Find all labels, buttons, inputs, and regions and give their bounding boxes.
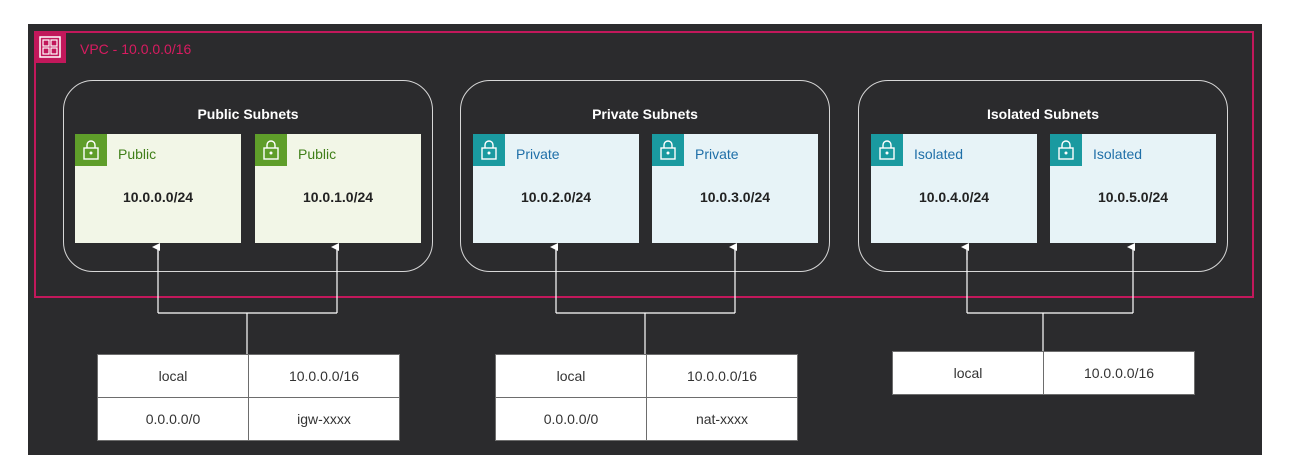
- connector-isolated: [966, 247, 1134, 351]
- route-target: 10.0.0.0/16: [248, 354, 400, 398]
- route-target: 10.0.0.0/16: [646, 354, 798, 398]
- connector-public: [157, 247, 338, 354]
- table-row: local 10.0.0.0/16: [97, 354, 400, 398]
- private-route-table: local 10.0.0.0/16 0.0.0.0/0 nat-xxxx: [495, 354, 798, 441]
- connector-private: [555, 247, 736, 354]
- route-destination: 0.0.0.0/0: [97, 397, 249, 441]
- route-destination: 0.0.0.0/0: [495, 397, 647, 441]
- route-target: 10.0.0.0/16: [1043, 351, 1195, 395]
- table-row: local 10.0.0.0/16: [892, 351, 1195, 395]
- route-target: igw-xxxx: [248, 397, 400, 441]
- table-row: 0.0.0.0/0 nat-xxxx: [495, 397, 798, 441]
- table-row: local 10.0.0.0/16: [495, 354, 798, 398]
- route-target: nat-xxxx: [646, 397, 798, 441]
- route-destination: local: [97, 354, 249, 398]
- public-route-table: local 10.0.0.0/16 0.0.0.0/0 igw-xxxx: [97, 354, 400, 441]
- route-destination: local: [892, 351, 1044, 395]
- table-row: 0.0.0.0/0 igw-xxxx: [97, 397, 400, 441]
- isolated-route-table: local 10.0.0.0/16: [892, 351, 1195, 395]
- route-destination: local: [495, 354, 647, 398]
